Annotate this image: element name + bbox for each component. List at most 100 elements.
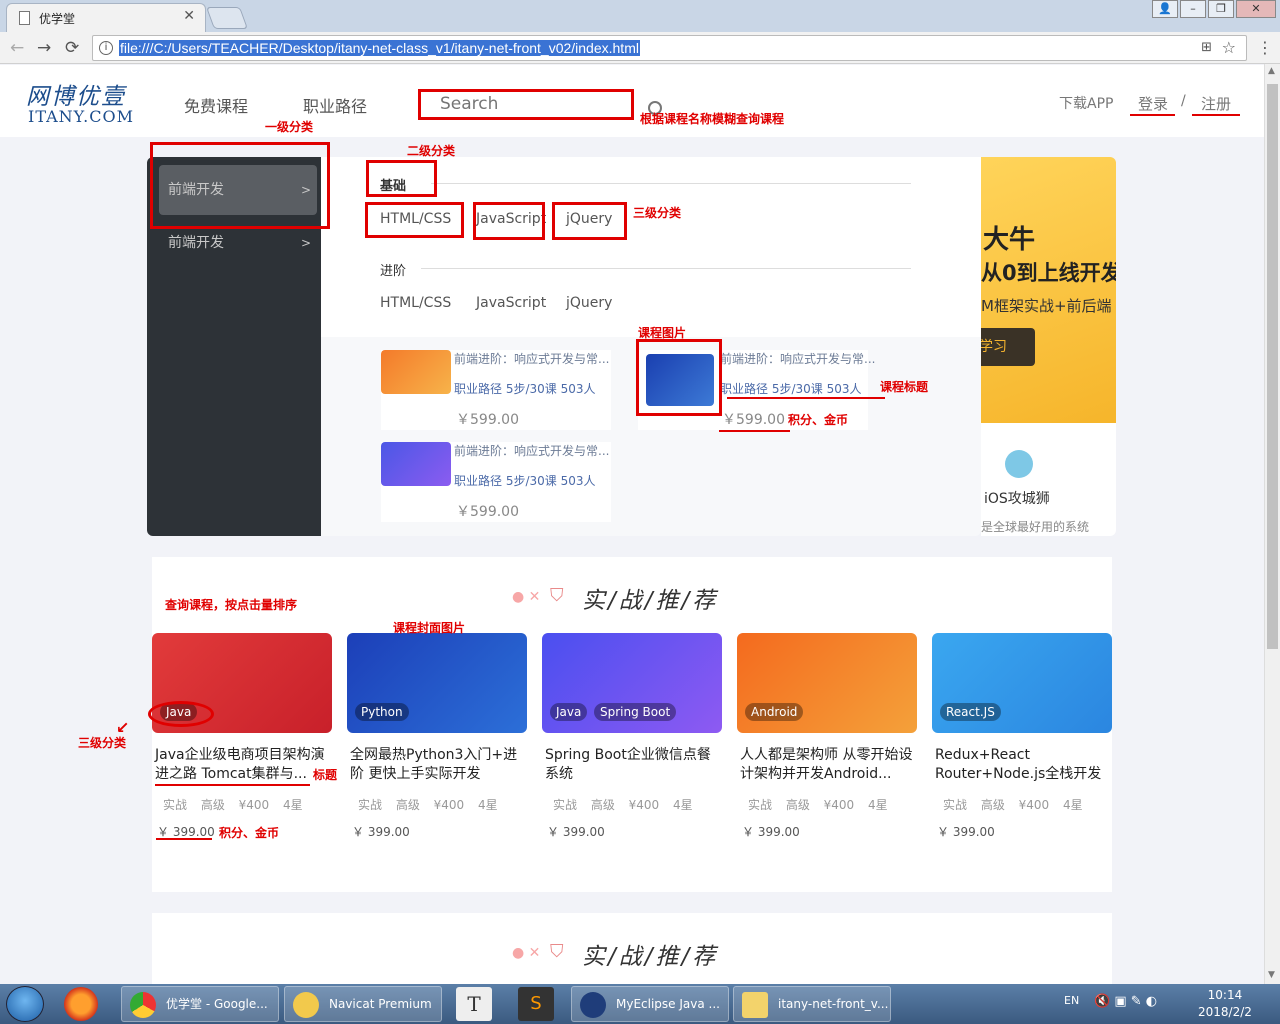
card-meta: 实战 高级 ¥400 4星 xyxy=(748,798,888,812)
browser-tab[interactable]: 优学堂 ✕ xyxy=(6,3,206,32)
course-title[interactable]: 前端进阶：响应式开发与常... xyxy=(454,442,611,459)
level1-item-frontend[interactable]: 前端开发 > xyxy=(159,218,317,268)
ios-title[interactable]: iOS攻城狮 xyxy=(984,488,1050,508)
course-cover[interactable]: React.JS xyxy=(932,633,1112,733)
card-title[interactable]: 全网最热Python3入门+进阶 更快上手实际开发 xyxy=(350,746,525,784)
url-text[interactable]: file:///C:/Users/TEACHER/Desktop/itany-n… xyxy=(119,40,640,56)
course-cover[interactable]: Python xyxy=(347,633,527,733)
nav-career-path[interactable]: 职业路径 xyxy=(303,93,367,117)
close-window-button[interactable]: ✕ xyxy=(1236,0,1276,18)
bookmark-star-icon[interactable]: ☆ xyxy=(1222,38,1236,57)
course-thumbnail[interactable] xyxy=(381,442,451,486)
forward-icon[interactable]: → xyxy=(37,38,51,58)
course-thumbnail[interactable] xyxy=(381,350,451,394)
minimize-button[interactable]: – xyxy=(1180,0,1206,18)
category-tag-2[interactable]: Spring Boot xyxy=(594,703,677,721)
ios-course-box[interactable]: iOS攻城狮 是全球最好用的系统 xyxy=(981,423,1116,536)
card-price: ￥ 399.00 xyxy=(352,825,410,839)
taskbar-navicat[interactable]: Navicat Premium xyxy=(284,986,442,1022)
back-icon[interactable]: ← xyxy=(10,38,24,58)
annotation-level2: 二级分类 xyxy=(407,144,456,158)
course-cover[interactable]: Java Spring Boot xyxy=(542,633,722,733)
level2-heading-basic[interactable]: 基础 xyxy=(380,175,406,194)
level3-link-js[interactable]: JavaScript xyxy=(476,295,546,311)
annotation-title: 标题 xyxy=(313,768,338,782)
category-tag[interactable]: Java xyxy=(160,703,198,721)
navicat-icon xyxy=(293,992,319,1018)
scroll-down-icon[interactable]: ▼ xyxy=(1268,970,1275,980)
logo-chinese[interactable]: 网博优壹 xyxy=(26,77,126,111)
level2-heading-advanced[interactable]: 进阶 xyxy=(380,260,406,279)
scrollbar-thumb[interactable] xyxy=(1267,84,1278,649)
card-title[interactable]: Spring Boot企业微信点餐系统 xyxy=(545,746,720,784)
scroll-up-icon[interactable]: ▲ xyxy=(1268,66,1275,76)
level3-link-html[interactable]: HTML/CSS xyxy=(380,295,451,311)
typora-icon[interactable]: T xyxy=(456,987,492,1021)
nav-free-courses[interactable]: 免费课程 xyxy=(184,93,248,117)
close-tab-icon[interactable]: ✕ xyxy=(183,8,195,24)
course-cover[interactable]: Java xyxy=(152,633,332,733)
card-meta: 实战 高级 ¥400 4星 xyxy=(163,798,303,812)
course-meta: 职业路径 5步/30课 503人 xyxy=(454,474,596,488)
course-price: ￥599.00 xyxy=(456,504,519,520)
reload-icon[interactable]: ⟳ xyxy=(65,38,79,58)
course-card[interactable]: Android 人人都是架构师 从零开始设计架构并开发Android... 实战… xyxy=(737,633,917,843)
start-button[interactable] xyxy=(6,986,44,1022)
course-list-panel: 前端进阶：响应式开发与常... 职业路径 5步/30课 503人 ￥599.00… xyxy=(321,337,981,536)
page-scrollbar[interactable]: ▲ ▼ xyxy=(1264,64,1280,984)
taskbar-chrome[interactable]: 优学堂 - Google... xyxy=(121,986,279,1022)
course-title[interactable]: 前端进阶：响应式开发与常... xyxy=(454,350,611,367)
level3-link-js[interactable]: JavaScript xyxy=(476,211,546,227)
mini-course-card[interactable]: 前端进阶：响应式开发与常... 职业路径 5步/30课 503人 ￥599.00 xyxy=(381,350,611,430)
new-tab-button[interactable] xyxy=(205,7,249,29)
translate-icon[interactable]: ⊞ xyxy=(1201,40,1212,55)
banner-subline: 从0到上线开发 xyxy=(981,261,1116,285)
category-tag[interactable]: Android xyxy=(745,703,804,721)
annotation-underline xyxy=(727,397,885,399)
sublime-icon[interactable]: S xyxy=(518,987,554,1021)
annotation-underline-register xyxy=(1192,114,1240,116)
level3-link-jquery[interactable]: jQuery xyxy=(566,295,612,311)
search-input[interactable] xyxy=(420,90,632,118)
chevron-right-icon: > xyxy=(300,183,311,197)
level1-item-frontend-active[interactable]: 前端开发 > xyxy=(159,165,317,215)
address-bar[interactable]: i file:///C:/Users/TEACHER/Desktop/itany… xyxy=(92,35,1247,61)
logo-english[interactable]: ITANY.COM xyxy=(28,107,134,126)
category-tag[interactable]: React.JS xyxy=(940,703,1001,721)
course-thumbnail-python[interactable] xyxy=(646,354,714,406)
firefox-icon[interactable] xyxy=(64,987,98,1021)
course-cover[interactable]: Android xyxy=(737,633,917,733)
banner-learn-button[interactable]: 学习 xyxy=(981,328,1035,366)
level3-link-html[interactable]: HTML/CSS xyxy=(380,211,451,227)
tray-icons[interactable]: 🔇 ▣ ✎ ◐ xyxy=(1094,994,1157,1009)
user-icon[interactable]: 👤 xyxy=(1152,0,1178,18)
course-card[interactable]: Java Spring Boot Spring Boot企业微信点餐系统 实战 … xyxy=(542,633,722,843)
annotation-points: 积分、金币 xyxy=(788,413,849,427)
browser-menu-icon[interactable]: ⋮ xyxy=(1257,38,1273,57)
chrome-icon xyxy=(130,992,156,1018)
mini-course-card[interactable]: 前端进阶：响应式开发与常... 职业路径 5步/30课 503人 ￥599.00 xyxy=(381,442,611,522)
category-tag[interactable]: Python xyxy=(355,703,409,721)
download-app-link[interactable]: 下载APP xyxy=(1059,93,1113,113)
maximize-button[interactable]: ❐ xyxy=(1208,0,1234,18)
course-title[interactable]: 前端进阶：响应式开发与常... xyxy=(720,350,877,367)
taskbar-explorer[interactable]: itany-net-front_v... xyxy=(733,986,891,1022)
language-indicator[interactable]: EN xyxy=(1064,994,1079,1007)
login-link[interactable]: 登录 xyxy=(1138,93,1168,114)
taskbar-myeclipse[interactable]: MyEclipse Java ... xyxy=(571,986,729,1022)
browser-toolbar: ← → ⟳ i file:///C:/Users/TEACHER/Desktop… xyxy=(0,32,1280,64)
info-icon[interactable]: i xyxy=(99,41,113,55)
browser-tab-bar: 优学堂 ✕ 👤 – ❐ ✕ xyxy=(0,0,1280,32)
card-title[interactable]: 人人都是架构师 从零开始设计架构并开发Android... xyxy=(740,746,915,784)
course-card[interactable]: Java Java企业级电商项目架构演进之路 Tomcat集群与... 实战 高… xyxy=(152,633,332,843)
search-field[interactable] xyxy=(420,90,632,119)
category-tag[interactable]: Java xyxy=(550,703,588,721)
card-title[interactable]: Redux+React Router+Node.js全栈开发 xyxy=(935,746,1110,784)
card-title[interactable]: Java企业级电商项目架构演进之路 Tomcat集群与... xyxy=(155,746,330,784)
level3-link-jquery[interactable]: jQuery xyxy=(566,211,612,227)
promo-banner[interactable]: 大牛 从0到上线开发 M框架实战+前后端 学习 xyxy=(981,157,1116,423)
course-card[interactable]: React.JS Redux+React Router+Node.js全栈开发 … xyxy=(932,633,1112,843)
register-link[interactable]: 注册 xyxy=(1201,93,1231,114)
course-card[interactable]: Python 全网最热Python3入门+进阶 更快上手实际开发 实战 高级 ¥… xyxy=(347,633,527,843)
system-clock[interactable]: 10:14 2018/2/2 xyxy=(1198,987,1252,1021)
